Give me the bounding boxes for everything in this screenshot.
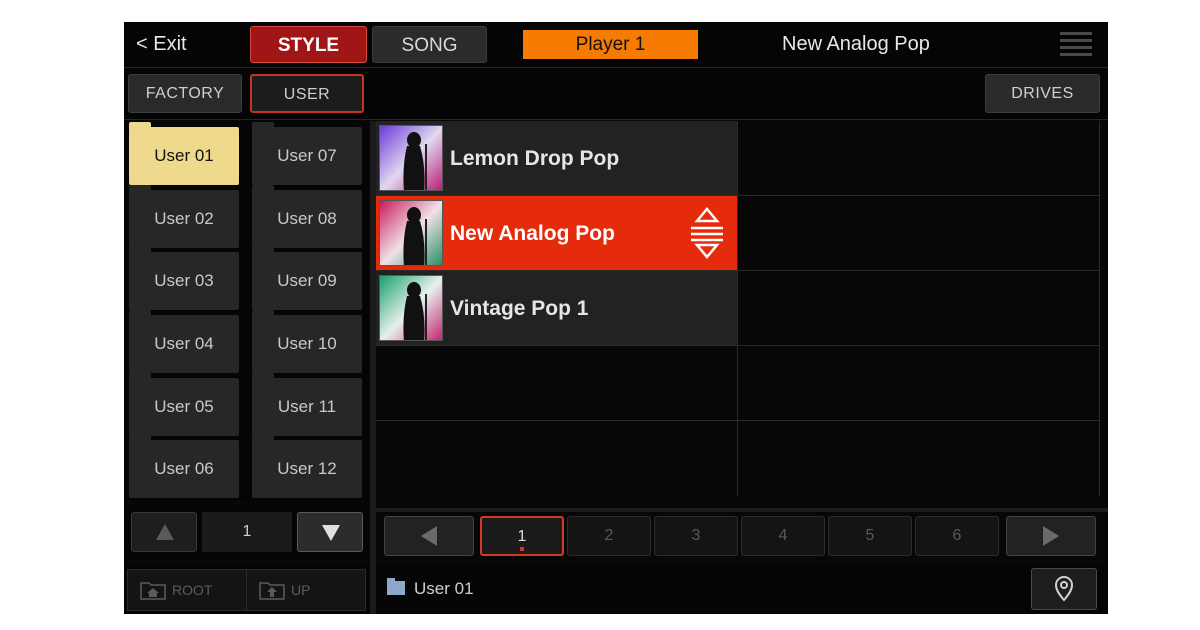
empty-slot [738, 196, 1100, 271]
folder-user-09[interactable]: User 09 [252, 247, 362, 310]
menu-icon[interactable] [1060, 32, 1092, 58]
folder-user-03[interactable]: User 03 [129, 247, 239, 310]
page-3-button[interactable]: 3 [654, 516, 738, 556]
player-badge[interactable]: Player 1 [523, 30, 698, 59]
style-name: New Analog Pop [450, 222, 615, 245]
folder-user-04[interactable]: User 04 [129, 310, 239, 373]
empty-slot [376, 346, 738, 421]
folder-page-number: 1 [202, 512, 292, 552]
folder-user-10[interactable]: User 10 [252, 310, 362, 373]
style-thumbnail [379, 125, 443, 191]
triangle-up-icon [156, 524, 174, 540]
source-bar: FACTORY USER DRIVES [124, 69, 1108, 120]
folder-panel: User 01 User 07 User 02 User 08 User 03 … [124, 121, 370, 501]
empty-slot [376, 421, 738, 496]
folder-pager: 1 [124, 504, 370, 560]
folder-page-up-button[interactable] [131, 512, 197, 552]
page-5-button[interactable]: 5 [828, 516, 912, 556]
page-4-button[interactable]: 4 [741, 516, 825, 556]
page-6-button[interactable]: 6 [915, 516, 999, 556]
folder-up-icon [259, 582, 285, 600]
location-pin-icon [1054, 576, 1074, 602]
style-thumbnail [379, 275, 443, 341]
page-prev-button[interactable] [384, 516, 474, 556]
style-select-screen: < Exit STYLE SONG Player 1 New Analog Po… [124, 22, 1108, 614]
page-1-button[interactable]: 1 [480, 516, 564, 556]
locate-button[interactable] [1031, 568, 1097, 610]
folder-user-12[interactable]: User 12 [252, 435, 362, 498]
factory-button[interactable]: FACTORY [128, 74, 242, 113]
user-button[interactable]: USER [250, 74, 364, 113]
root-button[interactable]: ROOT [127, 569, 247, 611]
folder-user-06[interactable]: User 06 [129, 435, 239, 498]
triangle-right-icon [1043, 526, 1059, 546]
sort-icon[interactable] [686, 207, 728, 259]
tab-style[interactable]: STYLE [250, 26, 367, 63]
folder-user-08[interactable]: User 08 [252, 185, 362, 248]
triangle-left-icon [421, 526, 437, 546]
current-path: User 01 [414, 579, 474, 598]
style-name: Vintage Pop 1 [450, 297, 589, 320]
path-bar: User 01 [376, 564, 1108, 614]
page-2-button[interactable]: 2 [567, 516, 651, 556]
tab-song[interactable]: SONG [372, 26, 487, 63]
folder-user-11[interactable]: User 11 [252, 373, 362, 436]
style-item-new-analog-pop[interactable]: New Analog Pop [376, 196, 738, 271]
folder-nav: ROOT UP [124, 564, 370, 614]
empty-slot [738, 121, 1100, 196]
style-thumbnail [379, 200, 443, 266]
style-pager: 1 2 3 4 5 6 [376, 508, 1108, 560]
home-folder-icon [140, 582, 166, 600]
style-grid: Lemon Drop Pop New Analog Pop Vintage Po… [376, 121, 1100, 499]
empty-slot [738, 271, 1100, 346]
empty-slot [738, 421, 1100, 496]
folder-icon [387, 578, 405, 595]
top-bar: < Exit STYLE SONG Player 1 New Analog Po… [124, 22, 1108, 68]
folder-user-02[interactable]: User 02 [129, 185, 239, 248]
folder-user-07[interactable]: User 07 [252, 122, 362, 185]
exit-button[interactable]: < Exit [136, 22, 187, 66]
root-label: ROOT [172, 582, 213, 598]
empty-slot [738, 346, 1100, 421]
drives-button[interactable]: DRIVES [985, 74, 1100, 113]
folder-user-01[interactable]: User 01 [129, 122, 239, 185]
triangle-down-icon [322, 525, 340, 541]
up-label: UP [291, 582, 311, 598]
page-next-button[interactable] [1006, 516, 1096, 556]
style-item-vintage-pop-1[interactable]: Vintage Pop 1 [376, 271, 738, 346]
folder-user-05[interactable]: User 05 [129, 373, 239, 436]
style-name: Lemon Drop Pop [450, 147, 620, 170]
current-style-title: New Analog Pop [782, 33, 930, 55]
folder-page-down-button[interactable] [297, 512, 363, 552]
up-button[interactable]: UP [246, 569, 366, 611]
style-item-lemon-drop-pop[interactable]: Lemon Drop Pop [376, 121, 738, 196]
